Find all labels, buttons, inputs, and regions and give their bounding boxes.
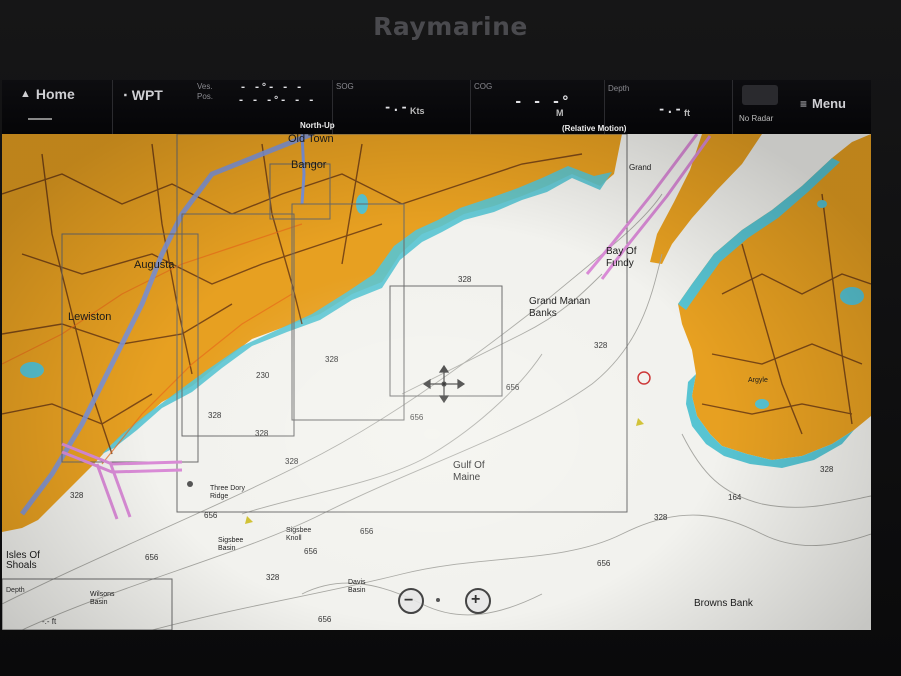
wpt-label: WPT xyxy=(131,87,163,103)
label-sigsbee-basin-2: Basin xyxy=(218,545,236,552)
zoom-out-button[interactable]: − xyxy=(398,588,424,614)
label-old-town: Old Town xyxy=(288,134,334,145)
vessel-position-label: Ves. Pos. xyxy=(197,82,214,101)
label-wilsons-basin-1: Wilsons xyxy=(90,591,115,598)
label-grand-manan-1: Grand Manan xyxy=(529,296,590,307)
label-davis-basin-2: Basin xyxy=(348,587,366,594)
sog-label: SOG xyxy=(336,82,354,91)
depth-sounding: 656 xyxy=(204,511,218,520)
zoom-out-icon: − xyxy=(404,592,414,609)
depth-sounding: 328 xyxy=(208,411,222,420)
vessel-position-lat: - -°- - - xyxy=(240,82,304,93)
label-gulf-of-maine-2: Maine xyxy=(453,472,481,483)
waypoint-icon: ⬝ xyxy=(124,89,127,101)
depth-sounding: 328 xyxy=(285,457,299,466)
depth-sounding: 328 xyxy=(820,465,834,474)
label-wilsons-basin-2: Basin xyxy=(90,599,108,606)
brand-logo: Raymarine xyxy=(373,12,528,41)
depth-sounding: 164 xyxy=(728,493,742,502)
depth-sounding: 328 xyxy=(654,513,668,522)
label-grand-manan-2: Banks xyxy=(529,308,557,319)
sog-value: -.- xyxy=(384,100,409,114)
radar-icon xyxy=(742,85,778,105)
home-label: Home xyxy=(35,86,75,102)
depth-sounding: 656 xyxy=(318,615,332,624)
menu-icon: ≡ xyxy=(800,96,808,111)
depth-sounding: 328 xyxy=(325,355,339,364)
depth-sounding: 656 xyxy=(410,413,424,422)
top-databar: ▲ Home ⬝ WPT Ves. Pos. - -°- - - - - -°-… xyxy=(2,80,871,135)
orientation-mode[interactable]: North-Up xyxy=(300,121,335,130)
depth-sounding: 656 xyxy=(360,527,374,536)
depth-value: -.- xyxy=(658,102,683,116)
home-icon: ▲ xyxy=(20,88,31,100)
depth-sounding: 328 xyxy=(266,573,280,582)
label-bangor: Bangor xyxy=(291,159,327,171)
zoom-in-button[interactable]: + xyxy=(465,588,491,614)
depth-sounding: 328 xyxy=(255,429,269,438)
cog-unit: M xyxy=(556,108,564,118)
label-sigsbee-basin-1: Sigsbee xyxy=(218,537,243,544)
depth-sounding: 656 xyxy=(506,383,520,392)
vessel-position-lon: - - -°- - - xyxy=(238,95,316,106)
depth-sounding: 656 xyxy=(597,559,611,568)
label-three-dory-ridge-1: Three Dory xyxy=(210,485,246,492)
depth-unit: ft xyxy=(684,108,690,118)
zoom-in-icon: + xyxy=(471,591,481,608)
label-bay-of-fundy-2: Fundy xyxy=(606,258,634,269)
label-lewiston: Lewiston xyxy=(68,311,111,323)
depth-sounding: 328 xyxy=(70,491,84,500)
buoy-icon xyxy=(187,481,193,487)
depth-sounding: 328 xyxy=(594,341,608,350)
chartplotter-screen: ▲ Home ⬝ WPT Ves. Pos. - -°- - - - - -°-… xyxy=(2,80,871,630)
label-sigsbee-knoll-1: Sigsbee xyxy=(286,527,311,534)
label-grand: Grand xyxy=(629,163,651,172)
menu-button[interactable]: ≡ Menu xyxy=(800,96,846,111)
mini-depth-label: Depth xyxy=(6,587,25,594)
depth-sounding: 328 xyxy=(458,275,472,284)
label-bay-of-fundy-1: Bay Of xyxy=(606,246,637,257)
depth-label: Depth xyxy=(608,84,630,93)
label-three-dory-ridge-2: Ridge xyxy=(210,493,228,500)
nautical-chart[interactable]: Old Town Bangor Augusta Lewiston Bay Of … xyxy=(2,134,871,630)
label-browns-bank: Browns Bank xyxy=(694,598,754,609)
mini-depth-value: -.- ft xyxy=(42,617,57,626)
menu-label: Menu xyxy=(812,96,846,111)
depth-sounding: 230 xyxy=(256,371,270,380)
sog-unit: Kts xyxy=(410,106,425,116)
label-sigsbee-knoll-2: Knoll xyxy=(286,535,302,542)
cog-label: COG xyxy=(474,82,493,91)
radar-status: No Radar xyxy=(739,114,774,123)
home-underline xyxy=(28,118,52,120)
label-argyle: Argyle xyxy=(748,377,768,384)
wpt-button[interactable]: ⬝ WPT xyxy=(124,87,163,103)
label-gulf-of-maine-1: Gulf Of xyxy=(453,460,485,471)
depth-sounding: 656 xyxy=(145,553,159,562)
motion-mode[interactable]: (Relative Motion) xyxy=(562,124,626,133)
depth-sounding: 656 xyxy=(304,547,318,556)
home-button[interactable]: ▲ Home xyxy=(20,86,75,102)
zoom-separator xyxy=(436,598,440,602)
label-isles-of-shoals-2: Shoals xyxy=(6,560,37,571)
label-augusta: Augusta xyxy=(134,259,175,271)
label-davis-basin-1: Davis xyxy=(348,579,366,586)
